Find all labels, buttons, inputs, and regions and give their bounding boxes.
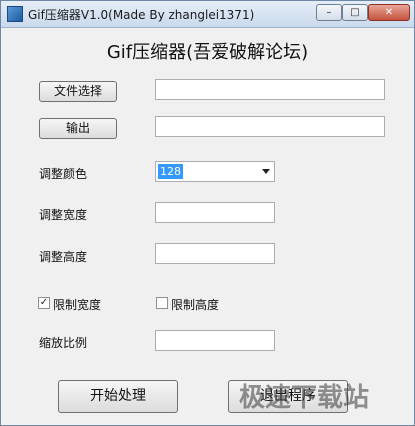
color-select[interactable]: 128 bbox=[155, 161, 275, 182]
form-area: Gif压缩器(吾爱破解论坛) 文件选择 输出 调整颜色 128 调整宽度 调整高… bbox=[1, 28, 414, 425]
limit-width-label: 限制宽度 bbox=[53, 298, 102, 312]
title-bar: Gif压缩器V1.0(Made By zhanglei1371) – □ ✕ bbox=[1, 1, 414, 28]
output-path-input[interactable] bbox=[155, 116, 385, 137]
start-button[interactable]: 开始处理 bbox=[58, 380, 178, 413]
height-label: 调整高度 bbox=[39, 250, 88, 264]
width-input[interactable] bbox=[155, 202, 275, 223]
watermark-text: 极速下载站 bbox=[239, 383, 370, 413]
width-label: 调整宽度 bbox=[39, 208, 88, 222]
limit-height-checkbox[interactable] bbox=[156, 297, 168, 309]
minimize-button[interactable]: – bbox=[316, 4, 342, 21]
file-select-button[interactable]: 文件选择 bbox=[39, 81, 117, 102]
page-title: Gif压缩器(吾爱破解论坛) bbox=[106, 42, 309, 63]
app-icon bbox=[7, 6, 23, 22]
maximize-button[interactable]: □ bbox=[342, 4, 368, 21]
file-path-input[interactable] bbox=[155, 79, 385, 100]
chevron-down-icon bbox=[262, 169, 270, 174]
color-label: 调整颜色 bbox=[39, 167, 88, 181]
limit-width-checkbox[interactable]: ✓ bbox=[38, 297, 50, 309]
color-select-value: 128 bbox=[158, 164, 183, 179]
window-title: Gif压缩器V1.0(Made By zhanglei1371) bbox=[28, 8, 255, 22]
height-input[interactable] bbox=[155, 243, 275, 264]
scale-input[interactable] bbox=[155, 330, 275, 351]
output-button[interactable]: 输出 bbox=[39, 118, 117, 139]
close-button[interactable]: ✕ bbox=[368, 4, 410, 21]
scale-label: 缩放比例 bbox=[39, 336, 88, 350]
limit-height-label: 限制高度 bbox=[171, 298, 220, 312]
app-window: Gif压缩器V1.0(Made By zhanglei1371) – □ ✕ G… bbox=[0, 0, 415, 426]
